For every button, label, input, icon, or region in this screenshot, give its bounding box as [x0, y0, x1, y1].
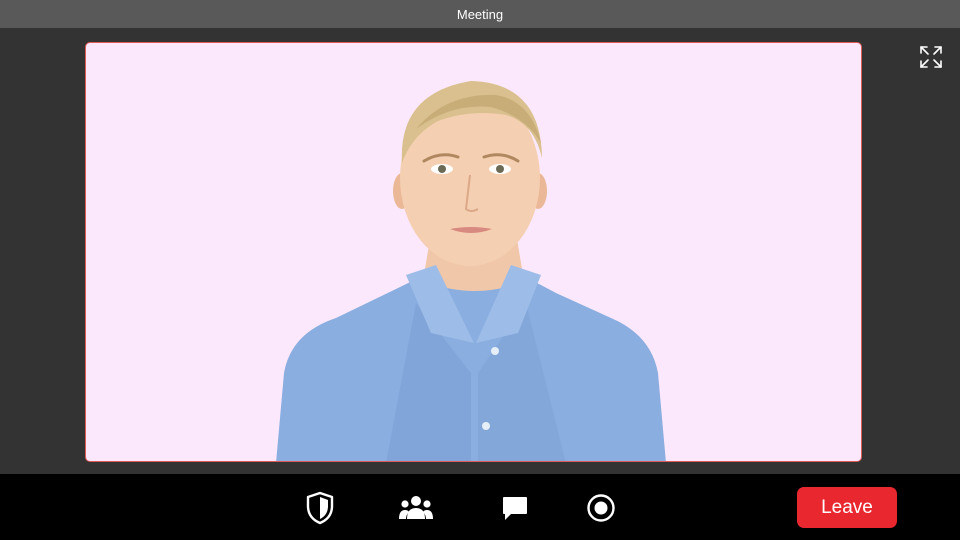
shield-icon	[306, 491, 334, 525]
participant-video	[276, 81, 666, 461]
leave-button[interactable]: Leave	[797, 487, 897, 528]
meeting-window: Meeting Leave	[0, 0, 960, 540]
record-icon	[587, 494, 615, 522]
expand-arrows-icon	[920, 46, 942, 68]
fullscreen-button[interactable]	[916, 42, 946, 72]
window-title: Meeting	[456, 6, 504, 22]
people-icon	[399, 496, 433, 519]
participant-video-tile[interactable]	[85, 42, 862, 462]
chat-button[interactable]	[495, 488, 535, 528]
video-stage	[0, 28, 960, 474]
security-button[interactable]	[300, 488, 340, 528]
title-bar: Meeting	[0, 0, 960, 28]
chat-bubble-icon	[503, 497, 527, 520]
meeting-controls-bar: Leave	[0, 474, 960, 540]
participants-button[interactable]	[396, 488, 436, 528]
record-button[interactable]	[581, 488, 621, 528]
